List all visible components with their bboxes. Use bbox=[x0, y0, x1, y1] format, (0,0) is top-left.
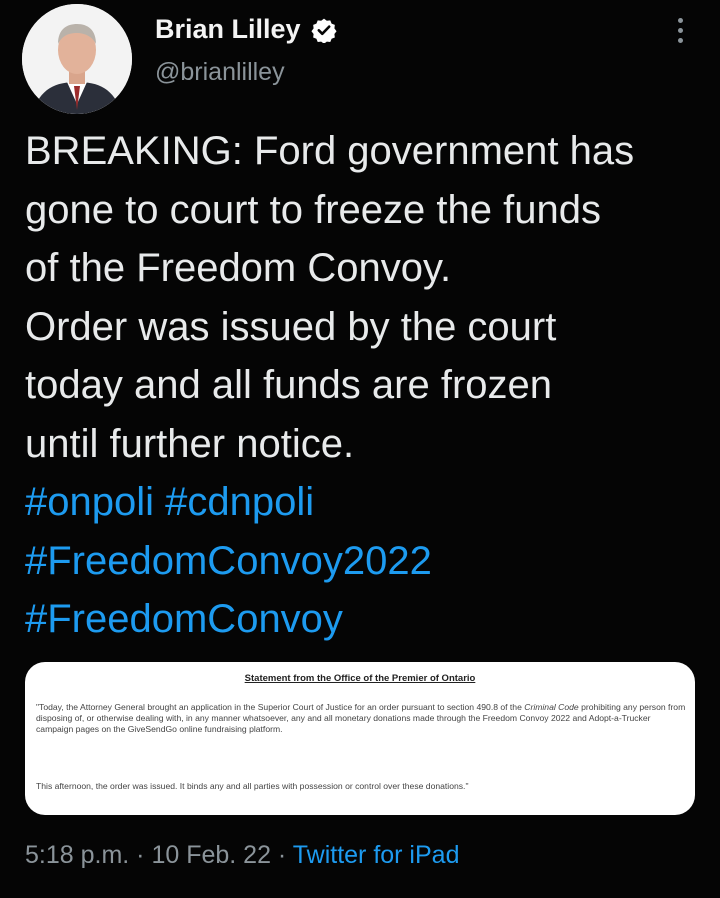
hashtag-cdnpoli[interactable]: #cdnpoli bbox=[165, 480, 314, 524]
meta-separator: · bbox=[270, 841, 293, 869]
meta-separator: · bbox=[129, 841, 152, 869]
hashtag-line: #FreedomConvoy2022 bbox=[25, 532, 705, 591]
statement-paragraph: This afternoon, the order was issued. It… bbox=[36, 781, 469, 791]
avatar[interactable] bbox=[22, 4, 132, 114]
tweet-source-link[interactable]: Twitter for iPad bbox=[293, 841, 460, 869]
tweet-meta: 5:18 p.m. · 10 Feb. 22 · Twitter for iPa… bbox=[25, 841, 459, 870]
statement-paragraph: "Today, the Attorney General brought an … bbox=[36, 702, 686, 734]
verified-badge-icon bbox=[310, 18, 337, 43]
tweet-line: gone to court to freeze the funds bbox=[25, 187, 601, 232]
statement-title: Statement from the Office of the Premier… bbox=[244, 673, 476, 684]
tweet-line: until further notice. bbox=[25, 421, 355, 466]
hashtag-line: #onpoli #cdnpoli bbox=[25, 473, 705, 532]
statement-italic-text: Criminal Code bbox=[524, 702, 579, 712]
tweet-date[interactable]: 10 Feb. 22 bbox=[151, 841, 271, 869]
more-options-icon[interactable] bbox=[673, 18, 687, 48]
tweet-line: today and all funds are frozen bbox=[25, 363, 553, 407]
tweet-line: BREAKING: Ford government has bbox=[25, 129, 635, 173]
avatar-photo-icon bbox=[22, 4, 132, 114]
tweet-line: Order was issued by the court bbox=[25, 304, 557, 349]
statement-text: "Today, the Attorney General brought an … bbox=[36, 702, 525, 712]
hashtag-freedomconvoy2022[interactable]: #FreedomConvoy2022 bbox=[25, 539, 432, 583]
attached-image-statement[interactable]: Statement from the Office of the Premier… bbox=[25, 662, 695, 815]
author-name[interactable]: Brian Lilley bbox=[155, 14, 301, 45]
author-handle[interactable]: @brianlilley bbox=[155, 58, 285, 87]
tweet-text: BREAKING: Ford government has gone to co… bbox=[25, 122, 705, 649]
tweet-header: Brian Lilley @brianlilley bbox=[0, 0, 720, 114]
tweet-time[interactable]: 5:18 p.m. bbox=[25, 841, 129, 869]
tweet-line: of the Freedom Convoy. bbox=[25, 246, 452, 290]
hashtag-line: #FreedomConvoy bbox=[25, 590, 705, 649]
hashtag-freedomconvoy[interactable]: #FreedomConvoy bbox=[25, 597, 343, 641]
hashtag-onpoli[interactable]: #onpoli bbox=[25, 480, 154, 524]
